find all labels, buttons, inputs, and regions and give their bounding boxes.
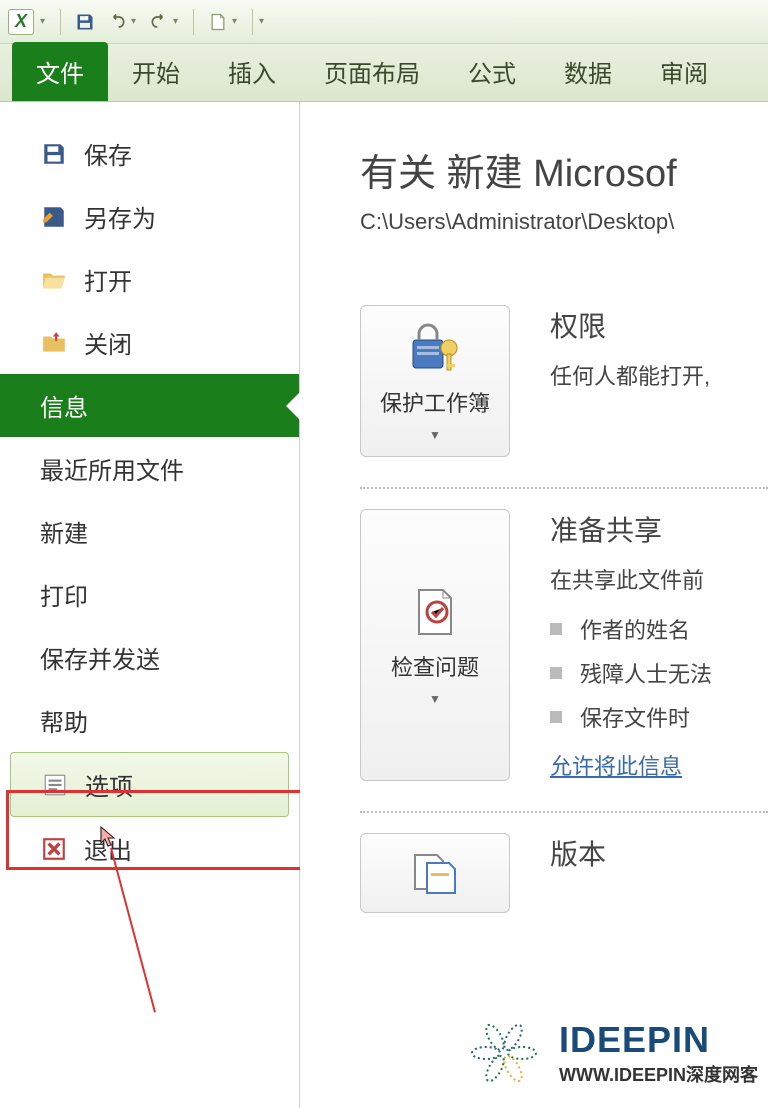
button-label: 检查问题 (391, 650, 479, 682)
section-desc: 任何人都能打开, (550, 359, 768, 391)
dropdown-arrow-icon: ▼ (429, 428, 441, 442)
sidebar-label: 打印 (40, 577, 88, 612)
section-desc: 在共享此文件前 (550, 563, 768, 595)
section-heading: 权限 (550, 305, 768, 345)
prepare-share-section: 检查问题 ▼ 准备共享 在共享此文件前 作者的姓名 残障人士无法 保存文件时 允… (360, 489, 768, 813)
button-label: 保护工作簿 (380, 386, 490, 418)
document-check-icon (407, 584, 463, 640)
watermark-logo-icon (459, 1008, 549, 1098)
page-title: 有关 新建 Microsof (360, 142, 768, 197)
list-item: 作者的姓名 (550, 607, 768, 651)
check-issues-button[interactable]: 检查问题 ▼ (360, 509, 510, 781)
tab-data[interactable]: 数据 (540, 42, 636, 101)
allow-info-link[interactable]: 允许将此信息 (550, 749, 682, 781)
tab-home[interactable]: 开始 (108, 42, 204, 101)
sidebar-label: 选项 (85, 767, 133, 802)
watermark-url: WWW.IDEEPIN深度网客 (559, 1061, 758, 1087)
sidebar-close[interactable]: 关闭 (0, 311, 299, 374)
sidebar-open[interactable]: 打开 (0, 248, 299, 311)
sidebar-save-as[interactable]: 另存为 (0, 185, 299, 248)
app-menu-dropdown[interactable]: ▾ (40, 16, 50, 27)
new-document-icon[interactable] (204, 8, 232, 36)
sidebar-save-send[interactable]: 保存并发送 (0, 626, 299, 689)
protect-workbook-button[interactable]: 保护工作簿 ▼ (360, 305, 510, 457)
save-icon[interactable] (71, 8, 99, 36)
separator (60, 9, 61, 35)
sidebar-help[interactable]: 帮助 (0, 689, 299, 752)
versions-section: 版本 (360, 813, 768, 943)
sidebar-print[interactable]: 打印 (0, 563, 299, 626)
sidebar-label: 保存并发送 (40, 640, 160, 675)
qat-customize-dropdown[interactable]: ▾ (259, 16, 269, 27)
options-icon (41, 771, 69, 799)
sidebar-label: 帮助 (40, 703, 88, 738)
sidebar-label: 另存为 (84, 199, 156, 234)
lock-key-icon (407, 320, 463, 376)
new-dropdown[interactable]: ▾ (232, 16, 242, 27)
sidebar-label: 信息 (40, 388, 88, 423)
save-icon (40, 140, 68, 168)
folder-open-icon (40, 266, 68, 294)
sidebar-label: 新建 (40, 514, 88, 549)
sidebar-label: 打开 (84, 262, 132, 297)
watermark-brand: IDEEPIN (559, 1019, 758, 1061)
separator (193, 9, 194, 35)
bullet-icon (550, 711, 562, 723)
quick-access-toolbar: X ▾ ▾ ▾ ▾ ▾ (0, 0, 768, 44)
section-heading: 准备共享 (550, 509, 768, 549)
tab-file[interactable]: 文件 (12, 42, 108, 101)
save-as-icon (40, 203, 68, 231)
redo-icon[interactable] (145, 8, 173, 36)
bullet-icon (550, 623, 562, 635)
undo-icon[interactable] (103, 8, 131, 36)
manage-versions-button[interactable] (360, 833, 510, 913)
sidebar-save[interactable]: 保存 (0, 122, 299, 185)
sidebar-label: 最近所用文件 (40, 451, 184, 486)
folder-close-icon (40, 329, 68, 357)
info-panel: 有关 新建 Microsof C:\Users\Administrator\De… (300, 102, 768, 1108)
sidebar-recent[interactable]: 最近所用文件 (0, 437, 299, 500)
permissions-section: 保护工作簿 ▼ 权限 任何人都能打开, (360, 285, 768, 489)
sidebar-label: 保存 (84, 136, 132, 171)
sidebar-label: 关闭 (84, 325, 132, 360)
excel-app-icon[interactable]: X (8, 9, 34, 35)
annotation-cursor-icon (100, 826, 118, 848)
list-item: 残障人士无法 (550, 651, 768, 695)
sidebar-options[interactable]: 选项 (10, 752, 289, 817)
versions-icon (407, 845, 463, 901)
redo-dropdown[interactable]: ▾ (173, 16, 183, 27)
watermark: IDEEPIN WWW.IDEEPIN深度网客 (459, 1008, 758, 1098)
tab-page-layout[interactable]: 页面布局 (300, 42, 444, 101)
section-heading: 版本 (550, 833, 768, 873)
tab-review[interactable]: 审阅 (636, 42, 732, 101)
bullet-icon (550, 667, 562, 679)
file-path: C:\Users\Administrator\Desktop\ (360, 209, 768, 235)
sidebar-info[interactable]: 信息 (0, 374, 299, 437)
tab-formulas[interactable]: 公式 (444, 42, 540, 101)
separator (252, 9, 253, 35)
undo-dropdown[interactable]: ▾ (131, 16, 141, 27)
tab-insert[interactable]: 插入 (204, 42, 300, 101)
sidebar-new[interactable]: 新建 (0, 500, 299, 563)
backstage-sidebar: 保存 另存为 打开 关闭 信息 最近所用文件 新建 打印 保存并发送 (0, 102, 300, 1108)
ribbon-tabs: 文件 开始 插入 页面布局 公式 数据 审阅 (0, 44, 768, 102)
list-item: 保存文件时 (550, 695, 768, 739)
sidebar-exit[interactable]: 退出 (0, 817, 299, 880)
dropdown-arrow-icon: ▼ (429, 692, 441, 706)
exit-icon (40, 835, 68, 863)
